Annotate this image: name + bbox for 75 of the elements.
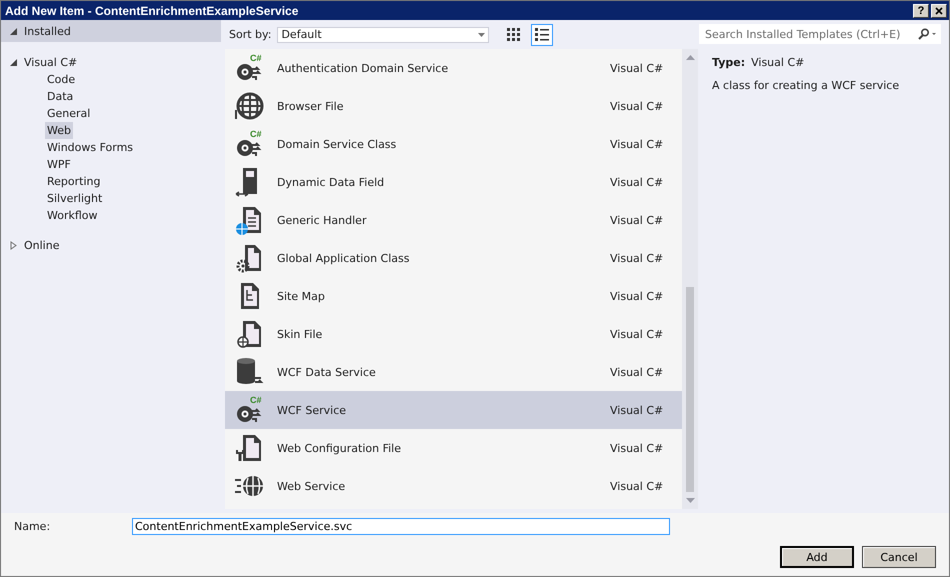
search-icon [917,28,937,40]
tree-item[interactable]: General [45,105,92,122]
template-language: Visual C# [610,328,664,340]
template-name: Authentication Domain Service [276,62,450,74]
grid-view-icon [507,28,520,41]
expanded-arrow-icon[interactable] [9,26,18,36]
template-name: Web Configuration File [276,442,402,454]
list-view-icon [535,28,550,41]
window-title: Add New Item - ContentEnrichmentExampleService [5,4,300,18]
help-button[interactable]: ? [913,4,929,18]
tree-item[interactable]: Web [45,122,73,139]
scrollbar[interactable] [682,49,698,509]
template-name: WCF Data Service [276,366,377,378]
template-name: Global Application Class [276,252,410,264]
template-row[interactable]: Web Configuration File Visual C# [225,429,682,467]
globe-icon [233,90,265,122]
dialog-button[interactable]: Add [780,546,854,568]
template-language: Visual C# [610,214,664,226]
template-language: Visual C# [610,100,664,112]
tree-item[interactable]: WPF [45,156,73,173]
template-language: Visual C# [610,366,664,378]
sort-label: Sort by: [229,28,272,41]
type-value: Visual C# [751,56,804,69]
tree-label[interactable]: Visual C# [24,56,78,69]
template-language: Visual C# [610,480,664,492]
template-name: Dynamic Data Field [276,176,386,188]
template-row[interactable]: Web Service Visual C# [225,467,682,505]
name-label: Name: [14,520,52,532]
template-name: Browser File [276,100,344,112]
close-icon [935,6,943,14]
close-button[interactable] [931,4,947,18]
type-label: Type: [712,56,746,69]
caret-icon [478,32,486,36]
name-field[interactable]: ContentEnrichmentExampleService.svc [132,518,670,534]
collapsed-arrow-icon[interactable] [9,240,18,250]
template-row[interactable]: C# Authentication Domain Service Visual C# [225,49,682,87]
expanded-arrow-icon[interactable] [9,58,18,67]
template-row[interactable]: Global Application Class Visual C# [225,239,682,277]
template-name: WCF Service [276,404,348,416]
tree-label: Installed [24,24,71,38]
template-name: Generic Handler [276,214,368,226]
template-description: A class for creating a WCF service [712,79,900,92]
tree-item[interactable]: Code [45,71,78,88]
tree-label: Online [24,238,60,252]
template-row[interactable]: Skin File Visual C# [225,315,682,353]
template-language: Visual C# [610,62,664,74]
search-field[interactable]: Search Installed Templates (Ctrl+E) [699,24,941,44]
template-name: Site Map [276,290,326,302]
template-name: Domain Service Class [276,138,398,150]
tree-item[interactable]: Reporting [45,173,102,190]
tree-item[interactable]: Silverlight [45,190,104,207]
view-button[interactable] [531,24,554,46]
template-row[interactable]: C# Domain Service Class Visual C# [225,125,682,163]
tree-item[interactable]: Data [45,88,76,105]
template-row[interactable]: C# WCF Service Visual C# [225,391,682,429]
template-name: Web Service [276,480,346,492]
tree-item[interactable]: Windows Forms [45,139,136,156]
sort-dropdown[interactable]: Default [277,26,490,42]
template-row[interactable]: WCF Data Service Visual C# [225,353,682,391]
dialog-button[interactable]: Cancel [862,546,936,568]
template-row[interactable]: Browser File Visual C# [225,87,682,125]
tree-header[interactable]: Online [1,234,221,256]
template-language: Visual C# [610,290,664,302]
template-language: Visual C# [610,404,664,416]
template-language: Visual C# [610,138,664,150]
template-language: Visual C# [610,176,664,188]
template-row[interactable]: Dynamic Data Field Visual C# [225,163,682,201]
template-language: Visual C# [610,442,664,454]
tree-item[interactable]: Workflow [45,207,100,224]
template-language: Visual C# [610,252,664,264]
template-row[interactable]: Site Map Visual C# [225,277,682,315]
tree-header[interactable]: Installed [1,20,221,42]
scroll-thumb[interactable] [686,287,694,492]
template-name: Skin File [276,328,324,340]
template-row[interactable]: Generic Handler Visual C# [225,201,682,239]
